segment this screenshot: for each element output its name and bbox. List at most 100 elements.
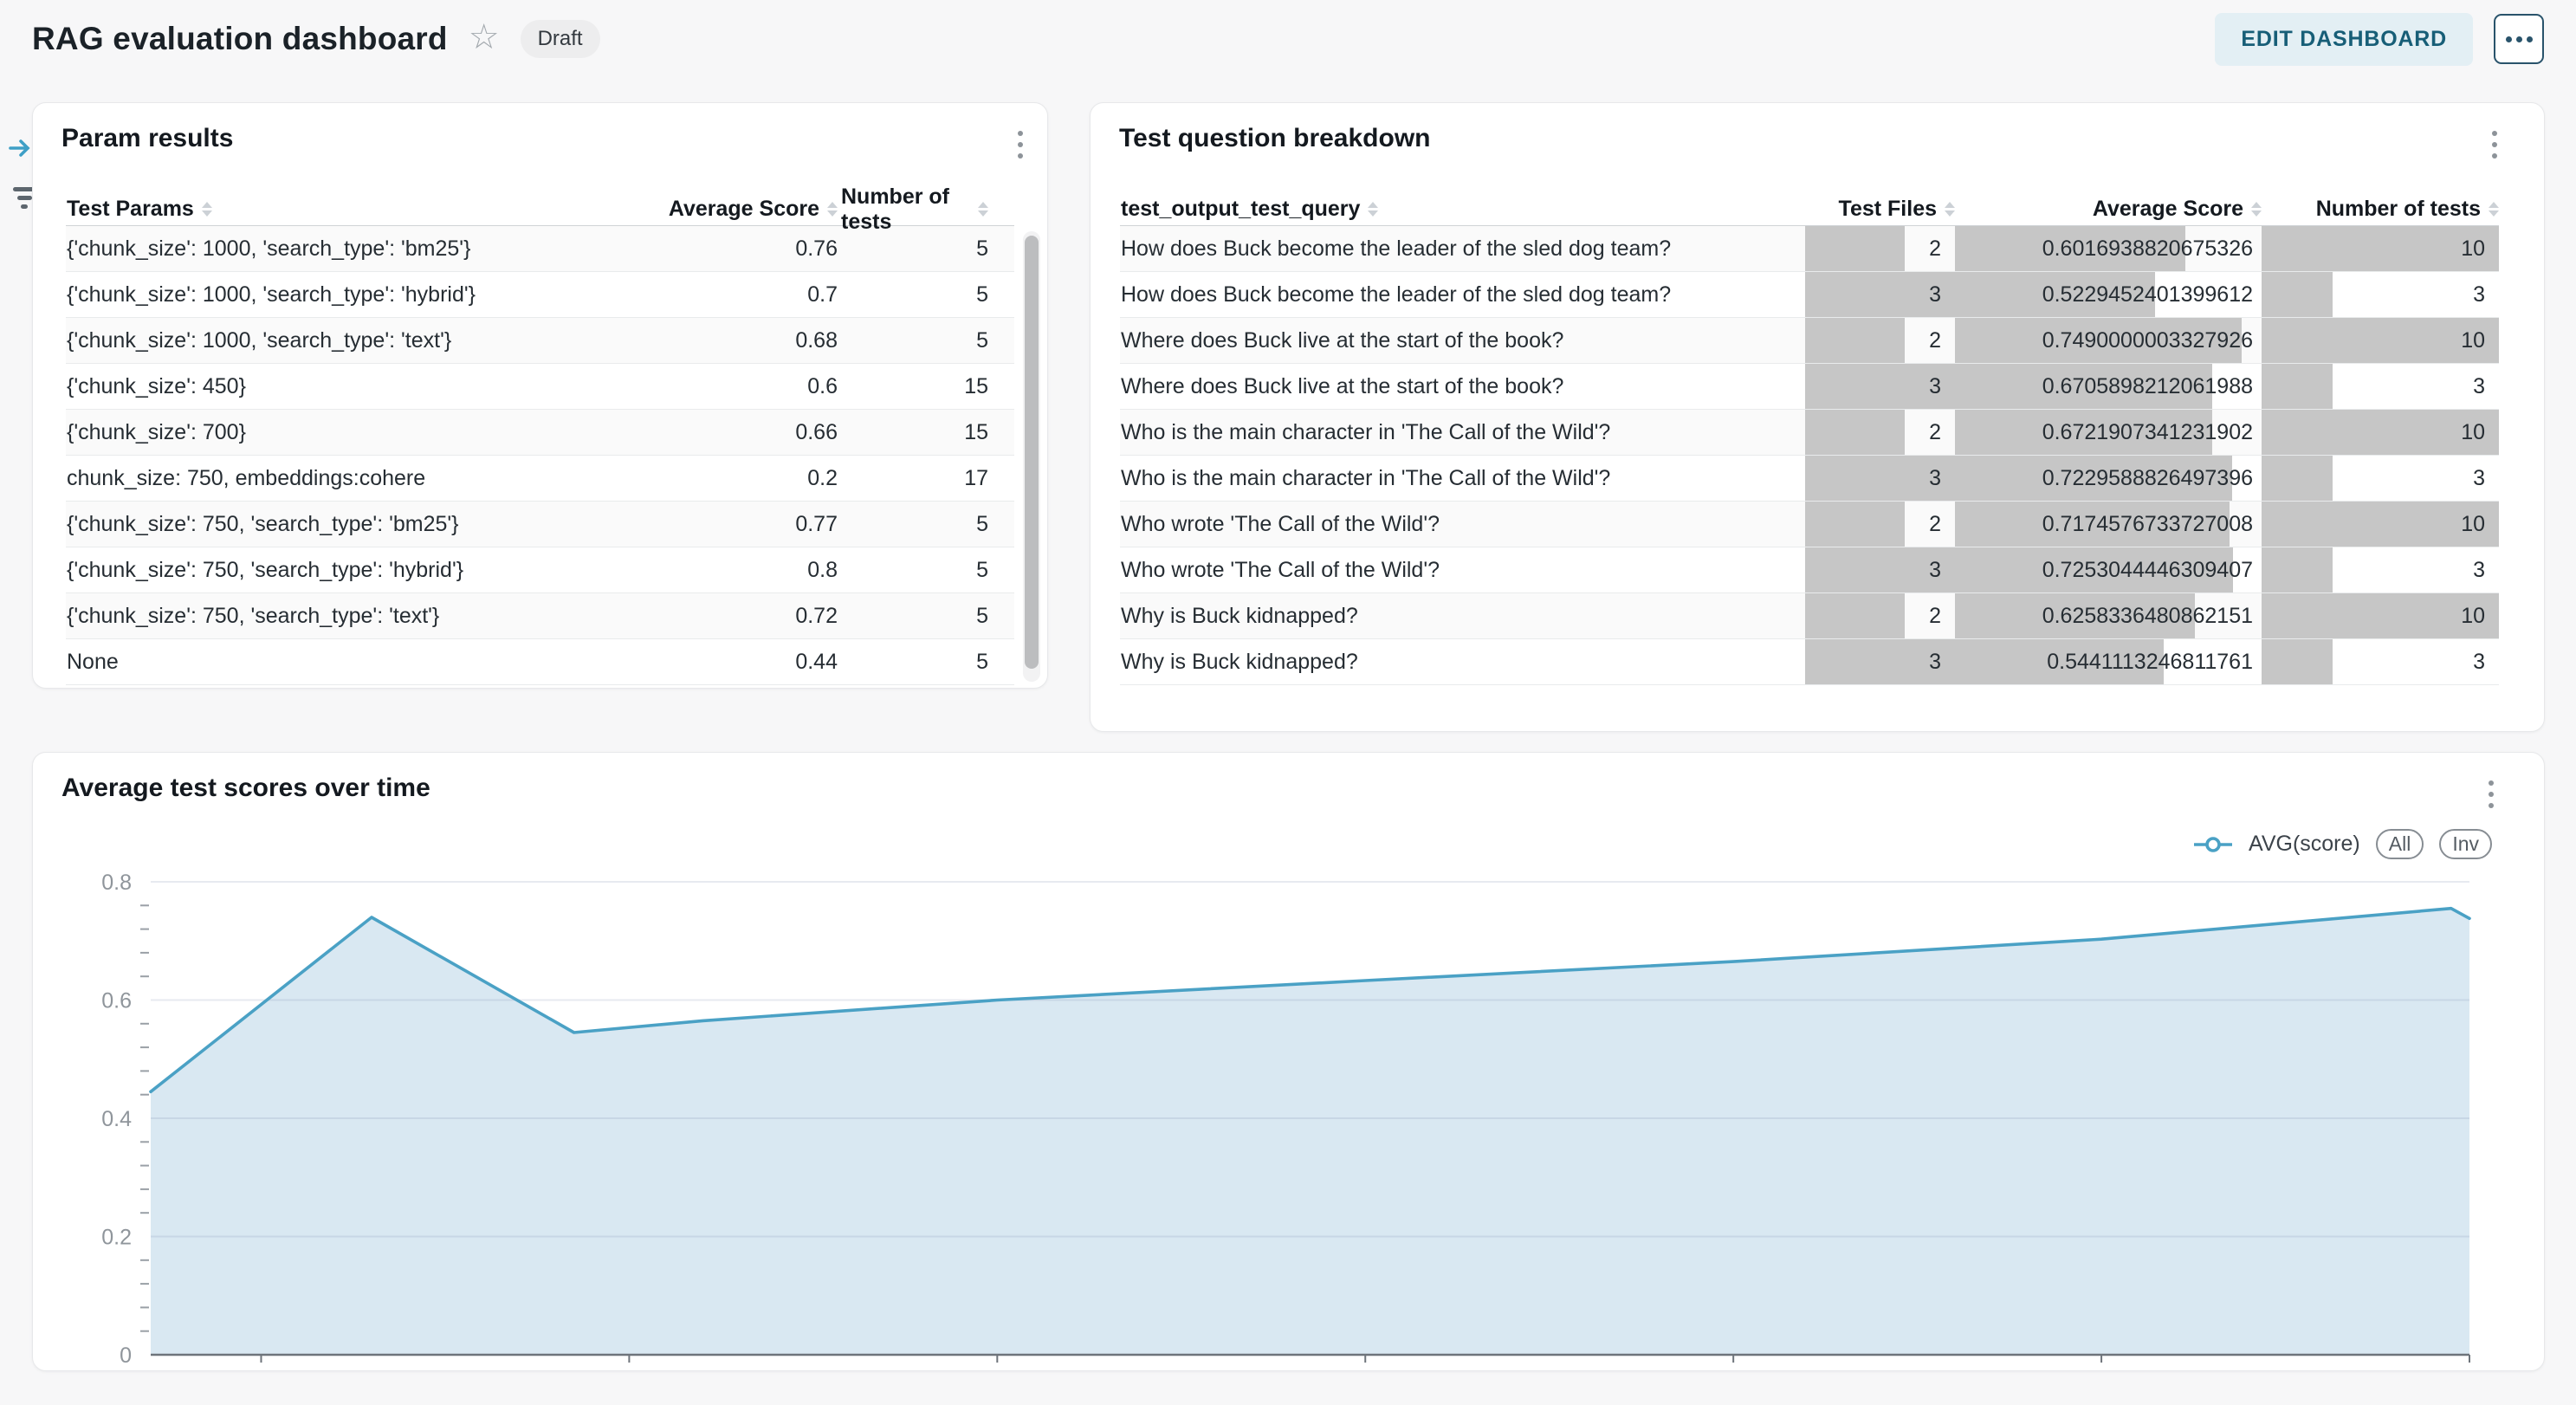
cell-average-score: 0.5441113246811761	[1955, 639, 2262, 684]
cell-test-params: {'chunk_size': 750, 'search_type': 'text…	[66, 593, 625, 638]
panel-title: Param results	[61, 124, 233, 153]
column-header-label: Test Params	[67, 197, 194, 222]
panel-menu-icon[interactable]	[1013, 126, 1028, 164]
scrollbar-thumb[interactable]	[1025, 236, 1039, 669]
cell-number-of-tests: 3	[2262, 364, 2499, 409]
cell-test-files: 3	[1805, 547, 1955, 592]
cell-number-of-tests: 5	[841, 226, 1014, 271]
cell-test-query: Why is Buck kidnapped?	[1120, 593, 1805, 638]
cell-number-of-tests: 10	[2262, 318, 2499, 363]
cell-value: 10	[2461, 604, 2499, 629]
cell-number-of-tests: 3	[2262, 547, 2499, 592]
cell-value: 0.7490000003327926	[2042, 328, 2262, 353]
cell-test-files: 3	[1805, 272, 1955, 317]
data-bar	[2262, 364, 2333, 409]
status-badge: Draft	[521, 20, 600, 58]
table-row: Who wrote 'The Call of the Wild'?20.7174…	[1120, 502, 2499, 547]
table-row: How does Buck become the leader of the s…	[1120, 226, 2499, 272]
cell-test-files: 2	[1805, 593, 1955, 638]
column-header-test-params[interactable]: Test Params	[66, 197, 625, 222]
cell-value: 3	[2473, 466, 2499, 491]
cell-test-params: {'chunk_size': 1000, 'search_type': 'hyb…	[66, 272, 625, 317]
star-icon[interactable]: ☆	[469, 20, 500, 55]
cell-average-score: 0.6	[625, 364, 841, 409]
column-header-test-query[interactable]: test_output_test_query	[1120, 197, 1805, 222]
sort-icon	[2251, 202, 2262, 217]
more-options-button[interactable]	[2494, 14, 2544, 64]
y-axis-tick-label: 0.2	[101, 1226, 132, 1250]
y-axis-tick-label: 0.8	[101, 871, 132, 895]
y-axis-tick-label: 0	[120, 1343, 132, 1368]
cell-average-score: 0.6721907341231902	[1955, 410, 2262, 455]
cell-test-params: {'chunk_size': 750, 'search_type': 'bm25…	[66, 502, 625, 547]
cell-value: 0.5441113246811761	[2047, 650, 2262, 675]
cell-value: 2	[1929, 420, 1955, 445]
cell-test-files: 2	[1805, 226, 1955, 271]
scores-line-chart[interactable]: 00.20.40.60.821:2021:4022:0022:2022:4023…	[33, 753, 2546, 1372]
column-header-number-of-tests[interactable]: Number of tests	[2262, 197, 2499, 222]
cell-average-score: 0.68	[625, 318, 841, 363]
cell-average-score: 0.77	[625, 502, 841, 547]
cell-number-of-tests: 10	[2262, 593, 2499, 638]
y-axis-tick-label: 0.6	[101, 989, 132, 1013]
cell-test-query: Why is Buck kidnapped?	[1120, 639, 1805, 684]
table-row: Where does Buck live at the start of the…	[1120, 318, 2499, 364]
cell-value: 3	[1929, 282, 1955, 308]
data-bar	[1805, 410, 1905, 455]
column-header-label: Average Score	[2093, 197, 2243, 222]
panel-menu-icon[interactable]	[2487, 126, 2502, 164]
page-title: RAG evaluation dashboard	[32, 21, 448, 57]
cell-number-of-tests: 10	[2262, 226, 2499, 271]
table-row: {'chunk_size': 750, 'search_type': 'text…	[66, 593, 1014, 639]
cell-test-query: Who wrote 'The Call of the Wild'?	[1120, 502, 1805, 547]
cell-number-of-tests: 10	[2262, 502, 2499, 547]
cell-value: 0.5229452401399612	[2042, 282, 2262, 308]
table-row: Why is Buck kidnapped? 3 0.544111324681176…	[1120, 639, 2499, 685]
question-breakdown-panel: Test question breakdown test_output_test…	[1090, 102, 2545, 732]
param-results-table: Test ParamsAverage ScoreNumber of tests{…	[66, 193, 1014, 685]
cell-average-score: 0.7253044446309407	[1955, 547, 2262, 592]
cell-value: 3	[2473, 650, 2499, 675]
data-bar	[1805, 502, 1905, 547]
cell-number-of-tests: 17	[841, 456, 1014, 501]
cell-value: 0.6721907341231902	[2042, 420, 2262, 445]
table-row: {'chunk_size': 1000, 'search_type': 'bm2…	[66, 226, 1014, 272]
column-header-average-score[interactable]: Average Score	[1955, 197, 2262, 222]
table-row: {'chunk_size': 750, 'search_type': 'hybr…	[66, 547, 1014, 593]
data-bar	[1805, 226, 1905, 271]
series-area	[151, 909, 2469, 1355]
param-results-panel: Param results Test ParamsAverage ScoreNu…	[32, 102, 1048, 689]
cell-test-params: {'chunk_size': 750, 'search_type': 'hybr…	[66, 547, 625, 592]
column-header-average-score[interactable]: Average Score	[625, 197, 841, 222]
table-row: {'chunk_size': 1000, 'search_type': 'tex…	[66, 318, 1014, 364]
cell-value: 3	[1929, 558, 1955, 583]
cell-test-params: {'chunk_size': 1000, 'search_type': 'tex…	[66, 318, 625, 363]
column-header-label: Test Files	[1839, 197, 1937, 222]
cell-average-score: 0.5229452401399612	[1955, 272, 2262, 317]
cell-test-query: How does Buck become the leader of the s…	[1120, 272, 1805, 317]
cell-number-of-tests: 10	[2262, 410, 2499, 455]
table-row: Who wrote 'The Call of the Wild'? 30.7253…	[1120, 547, 2499, 593]
cell-number-of-tests: 3	[2262, 456, 2499, 501]
cell-value: 0.7229588826497396	[2042, 466, 2262, 491]
cell-value: 10	[2461, 420, 2499, 445]
table-scrollbar[interactable]	[1023, 231, 1040, 682]
cell-value: 10	[2461, 328, 2499, 353]
sort-icon	[2489, 202, 2499, 217]
cell-test-params: None	[66, 639, 625, 684]
cell-number-of-tests: 15	[841, 410, 1014, 455]
cell-test-files: 2	[1805, 318, 1955, 363]
panel-title: Test question breakdown	[1119, 124, 1431, 153]
cell-number-of-tests: 15	[841, 364, 1014, 409]
cell-test-params: chunk_size: 750, embeddings:cohere	[66, 456, 625, 501]
cell-value: 10	[2461, 512, 2499, 537]
column-header-test-files[interactable]: Test Files	[1805, 197, 1955, 222]
cell-test-query: Who wrote 'The Call of the Wild'?	[1120, 547, 1805, 592]
cell-value: 3	[2473, 374, 2499, 399]
cell-number-of-tests: 3	[2262, 639, 2499, 684]
cell-number-of-tests: 5	[841, 593, 1014, 638]
cell-number-of-tests: 5	[841, 547, 1014, 592]
edit-dashboard-button[interactable]: EDIT DASHBOARD	[2215, 13, 2473, 66]
ellipsis-icon	[2506, 36, 2512, 42]
data-bar	[2262, 639, 2333, 684]
